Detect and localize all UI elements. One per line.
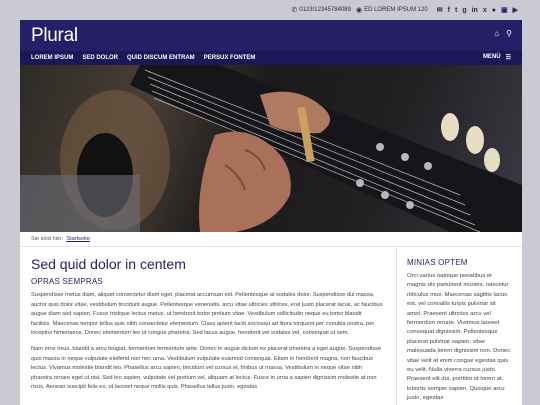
breadcrumb-prefix: Sie sind hier: bbox=[31, 236, 64, 242]
guitar-photo-illustration bbox=[20, 65, 522, 232]
linkedin-icon[interactable]: in bbox=[472, 7, 478, 14]
address-text: ED LOREM IPSUM 120 bbox=[364, 7, 428, 13]
phone-contact[interactable]: ✆ 0123/12345784089 bbox=[291, 7, 351, 14]
main-navigation: LOREM IPSUM SED DOLOR QUID DISCUM ENTRAM… bbox=[20, 51, 522, 65]
nav-item-persux-fontem[interactable]: PERSUX FONTEM bbox=[204, 55, 256, 61]
brand-header: Plural ⌂ ⚲ bbox=[20, 20, 522, 51]
search-icon[interactable]: ⚲ bbox=[506, 29, 512, 38]
sidebar: MINIAS OPTEM Orci varius natoque penatib… bbox=[396, 248, 522, 405]
youtube-icon[interactable]: ▶ bbox=[513, 7, 518, 14]
flickr-icon[interactable]: ● bbox=[492, 7, 496, 14]
hero-image bbox=[20, 65, 522, 232]
phone-icon: ✆ bbox=[291, 6, 298, 14]
page-frame: Plural ⌂ ⚲ LOREM IPSUM SED DOLOR QUID DI… bbox=[20, 20, 522, 405]
facebook-icon[interactable]: f bbox=[448, 7, 450, 14]
instagram-icon[interactable]: ▣ bbox=[501, 7, 508, 14]
menu-label: MENÜ bbox=[482, 54, 501, 60]
nav-item-sed-dolor[interactable]: SED DOLOR bbox=[82, 55, 118, 61]
section-subtitle: OPRAS SEMPRAS bbox=[31, 277, 103, 286]
sidebar-text: Orci varius natoque penatibus et magnis … bbox=[407, 273, 511, 402]
nav-item-quid-discum-entram[interactable]: QUID DISCUM ENTRAM bbox=[127, 55, 195, 61]
address-contact: ◉ ED LOREM IPSUM 120 bbox=[356, 7, 428, 14]
home-icon[interactable]: ⌂ bbox=[494, 29, 499, 38]
map-pin-icon: ◉ bbox=[355, 6, 363, 14]
menu-button[interactable]: MENÜ ☰ bbox=[483, 54, 511, 61]
breadcrumb-home-link[interactable]: Startseite bbox=[66, 236, 90, 242]
body-paragraph-2: Nam eros risus, blandit a arcu feugiat, … bbox=[31, 345, 381, 391]
sidebar-title: MINIAS OPTEM bbox=[407, 258, 468, 267]
page-title: Sed quid dolor in centem bbox=[31, 256, 186, 272]
hamburger-icon: ☰ bbox=[505, 55, 511, 61]
site-logo[interactable]: Plural bbox=[31, 25, 78, 47]
xing-icon[interactable]: x bbox=[483, 7, 487, 14]
utility-bar: ✆ 0123/12345784089 ◉ ED LOREM IPSUM 120 … bbox=[0, 0, 540, 20]
breadcrumb: Sie sind hier: Startseite bbox=[20, 232, 522, 247]
social-links: ✉ f t g in x ● ▣ ▶ bbox=[437, 7, 518, 14]
google-plus-icon[interactable]: g bbox=[462, 7, 466, 14]
email-icon[interactable]: ✉ bbox=[437, 7, 443, 14]
nav-item-lorem-ipsum[interactable]: LOREM IPSUM bbox=[31, 55, 73, 61]
body-paragraph-1: Suspendisse metus diam, aliquet consecte… bbox=[31, 292, 383, 337]
header-icons: ⌂ ⚲ bbox=[494, 29, 512, 38]
main-content: Sed quid dolor in centem OPRAS SEMPRAS S… bbox=[20, 248, 394, 405]
phone-number[interactable]: 0123/12345784089 bbox=[299, 7, 351, 13]
twitter-icon[interactable]: t bbox=[455, 7, 457, 14]
